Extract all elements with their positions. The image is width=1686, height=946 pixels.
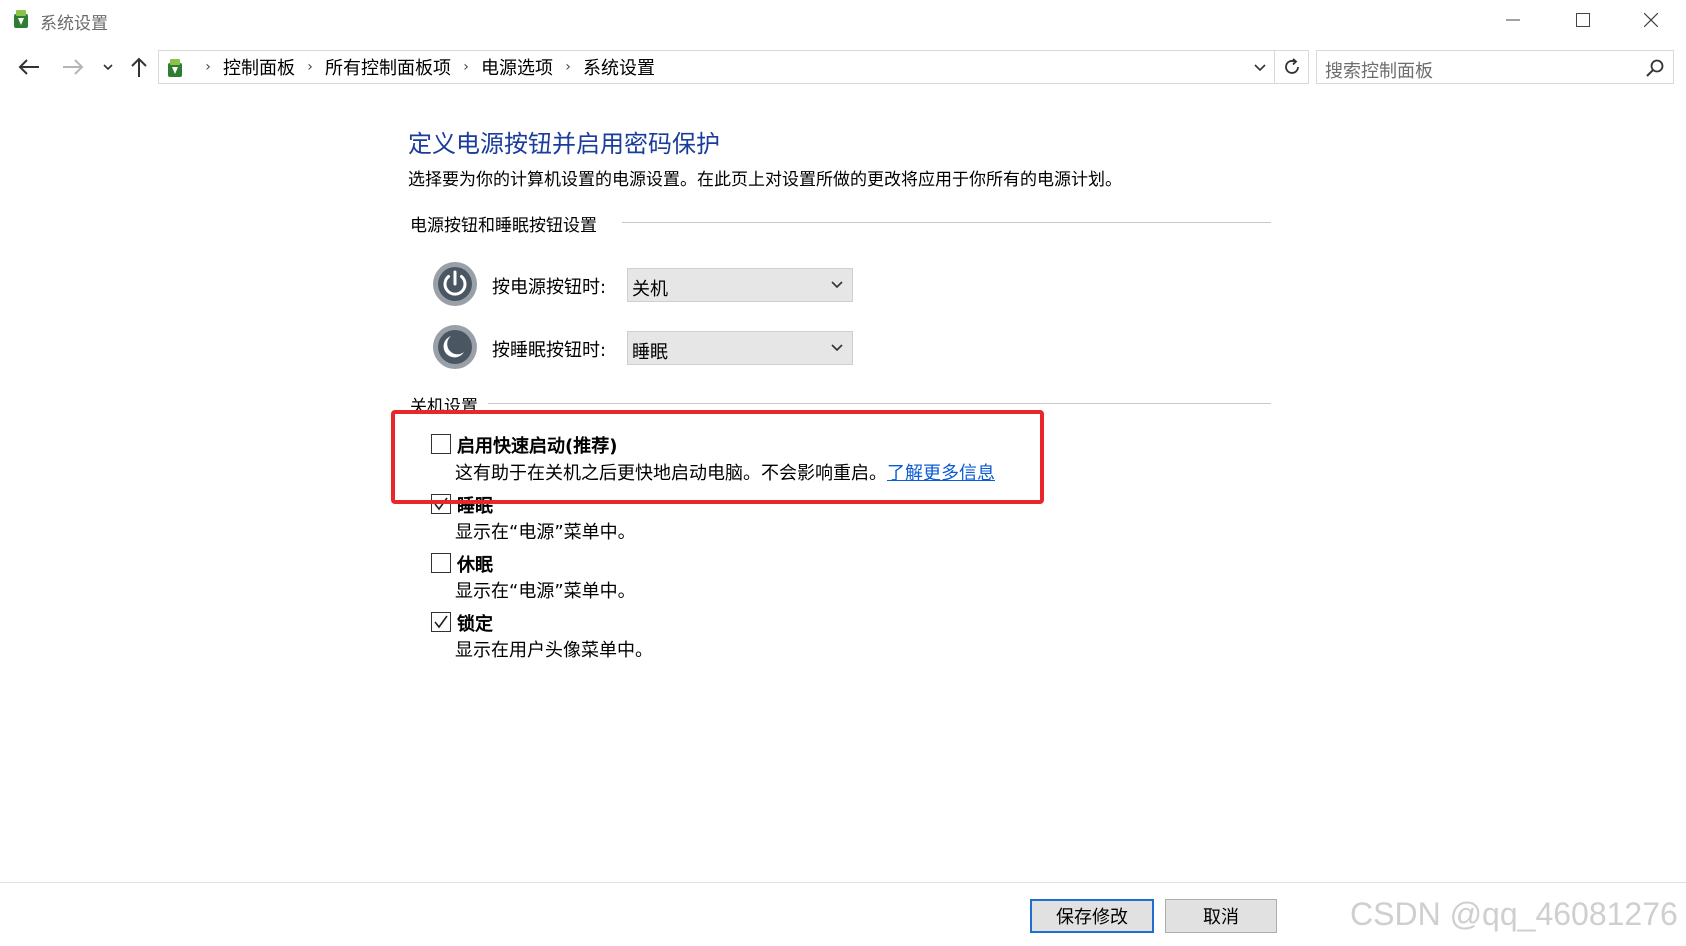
power-button-group-heading: 电源按钮和睡眠按钮设置 bbox=[410, 215, 597, 236]
navigation-bar: › 控制面板 › 所有控制面板项 › 电源选项 › 系统设置 搜索控制面板 bbox=[0, 46, 1686, 90]
page-title: 定义电源按钮并启用密码保护 bbox=[408, 130, 720, 158]
group-divider bbox=[488, 403, 1271, 404]
hibernate-option-description: 显示在“电源”菜单中。 bbox=[455, 581, 636, 602]
sleep-icon bbox=[432, 324, 478, 370]
search-input[interactable]: 搜索控制面板 bbox=[1316, 50, 1674, 84]
search-placeholder: 搜索控制面板 bbox=[1325, 61, 1433, 82]
address-dropdown-button[interactable] bbox=[1247, 51, 1273, 83]
power-icon bbox=[432, 261, 478, 307]
lock-checkbox[interactable] bbox=[431, 612, 451, 632]
hibernate-checkbox[interactable] bbox=[431, 553, 451, 573]
lock-option-title: 锁定 bbox=[457, 614, 493, 635]
refresh-button[interactable] bbox=[1275, 50, 1309, 84]
checkmark-icon bbox=[434, 615, 448, 629]
chevron-down-icon bbox=[103, 64, 113, 71]
save-changes-button[interactable]: 保存修改 bbox=[1030, 899, 1154, 933]
sleep-button-action-value: 睡眠 bbox=[632, 342, 668, 363]
arrow-right-icon bbox=[63, 59, 84, 75]
lock-option-description: 显示在用户头像菜单中。 bbox=[455, 640, 653, 661]
search-icon[interactable] bbox=[1645, 58, 1665, 78]
up-button[interactable] bbox=[124, 52, 154, 82]
recent-locations-button[interactable] bbox=[96, 52, 120, 82]
hibernate-option-title: 休眠 bbox=[457, 555, 493, 576]
chevron-down-icon bbox=[831, 281, 843, 289]
breadcrumb-separator[interactable]: › bbox=[451, 59, 481, 75]
maximize-button[interactable] bbox=[1548, 0, 1618, 40]
breadcrumb-separator[interactable]: › bbox=[553, 59, 583, 75]
control-panel-icon bbox=[163, 56, 187, 80]
cancel-button[interactable]: 取消 bbox=[1165, 899, 1277, 933]
power-options-icon bbox=[10, 8, 32, 30]
sleep-button-action-select[interactable]: 睡眠 bbox=[627, 331, 853, 365]
close-button[interactable] bbox=[1616, 0, 1686, 40]
address-bar[interactable]: › 控制面板 › 所有控制面板项 › 电源选项 › 系统设置 bbox=[158, 50, 1275, 84]
power-button-action-value: 关机 bbox=[632, 279, 668, 300]
arrow-left-icon bbox=[18, 59, 39, 75]
watermark-text: CSDN @qq_46081276 bbox=[1350, 896, 1678, 932]
breadcrumb: › 控制面板 › 所有控制面板项 › 电源选项 › 系统设置 bbox=[193, 51, 655, 83]
title-bar: 系统设置 bbox=[0, 0, 1686, 40]
sleep-option-description: 显示在“电源”菜单中。 bbox=[455, 522, 636, 543]
page-description: 选择要为你的计算机设置的电源设置。在此页上对设置所做的更改将应用于你所有的电源计… bbox=[408, 170, 1122, 190]
sleep-button-label: 按睡眠按钮时: bbox=[492, 340, 607, 361]
power-button-action-select[interactable]: 关机 bbox=[627, 268, 853, 302]
back-button[interactable] bbox=[12, 52, 46, 82]
breadcrumb-item-all-items[interactable]: 所有控制面板项 bbox=[325, 54, 451, 80]
breadcrumb-separator: › bbox=[205, 59, 211, 75]
footer-divider bbox=[0, 882, 1686, 883]
forward-button[interactable] bbox=[56, 52, 90, 82]
chevron-down-icon bbox=[1254, 63, 1266, 71]
annotation-highlight-box bbox=[391, 410, 1044, 504]
breadcrumb-item-power-options[interactable]: 电源选项 bbox=[481, 54, 553, 80]
window-title: 系统设置 bbox=[40, 14, 108, 34]
breadcrumb-separator[interactable]: › bbox=[295, 59, 325, 75]
arrow-up-icon bbox=[131, 57, 147, 77]
breadcrumb-item-system-settings[interactable]: 系统设置 bbox=[583, 54, 655, 80]
refresh-icon bbox=[1284, 58, 1299, 74]
power-button-label: 按电源按钮时: bbox=[492, 277, 607, 298]
minimize-button[interactable] bbox=[1478, 0, 1548, 40]
group-divider bbox=[622, 222, 1271, 223]
breadcrumb-item-control-panel[interactable]: 控制面板 bbox=[223, 54, 295, 80]
chevron-down-icon bbox=[831, 344, 843, 352]
